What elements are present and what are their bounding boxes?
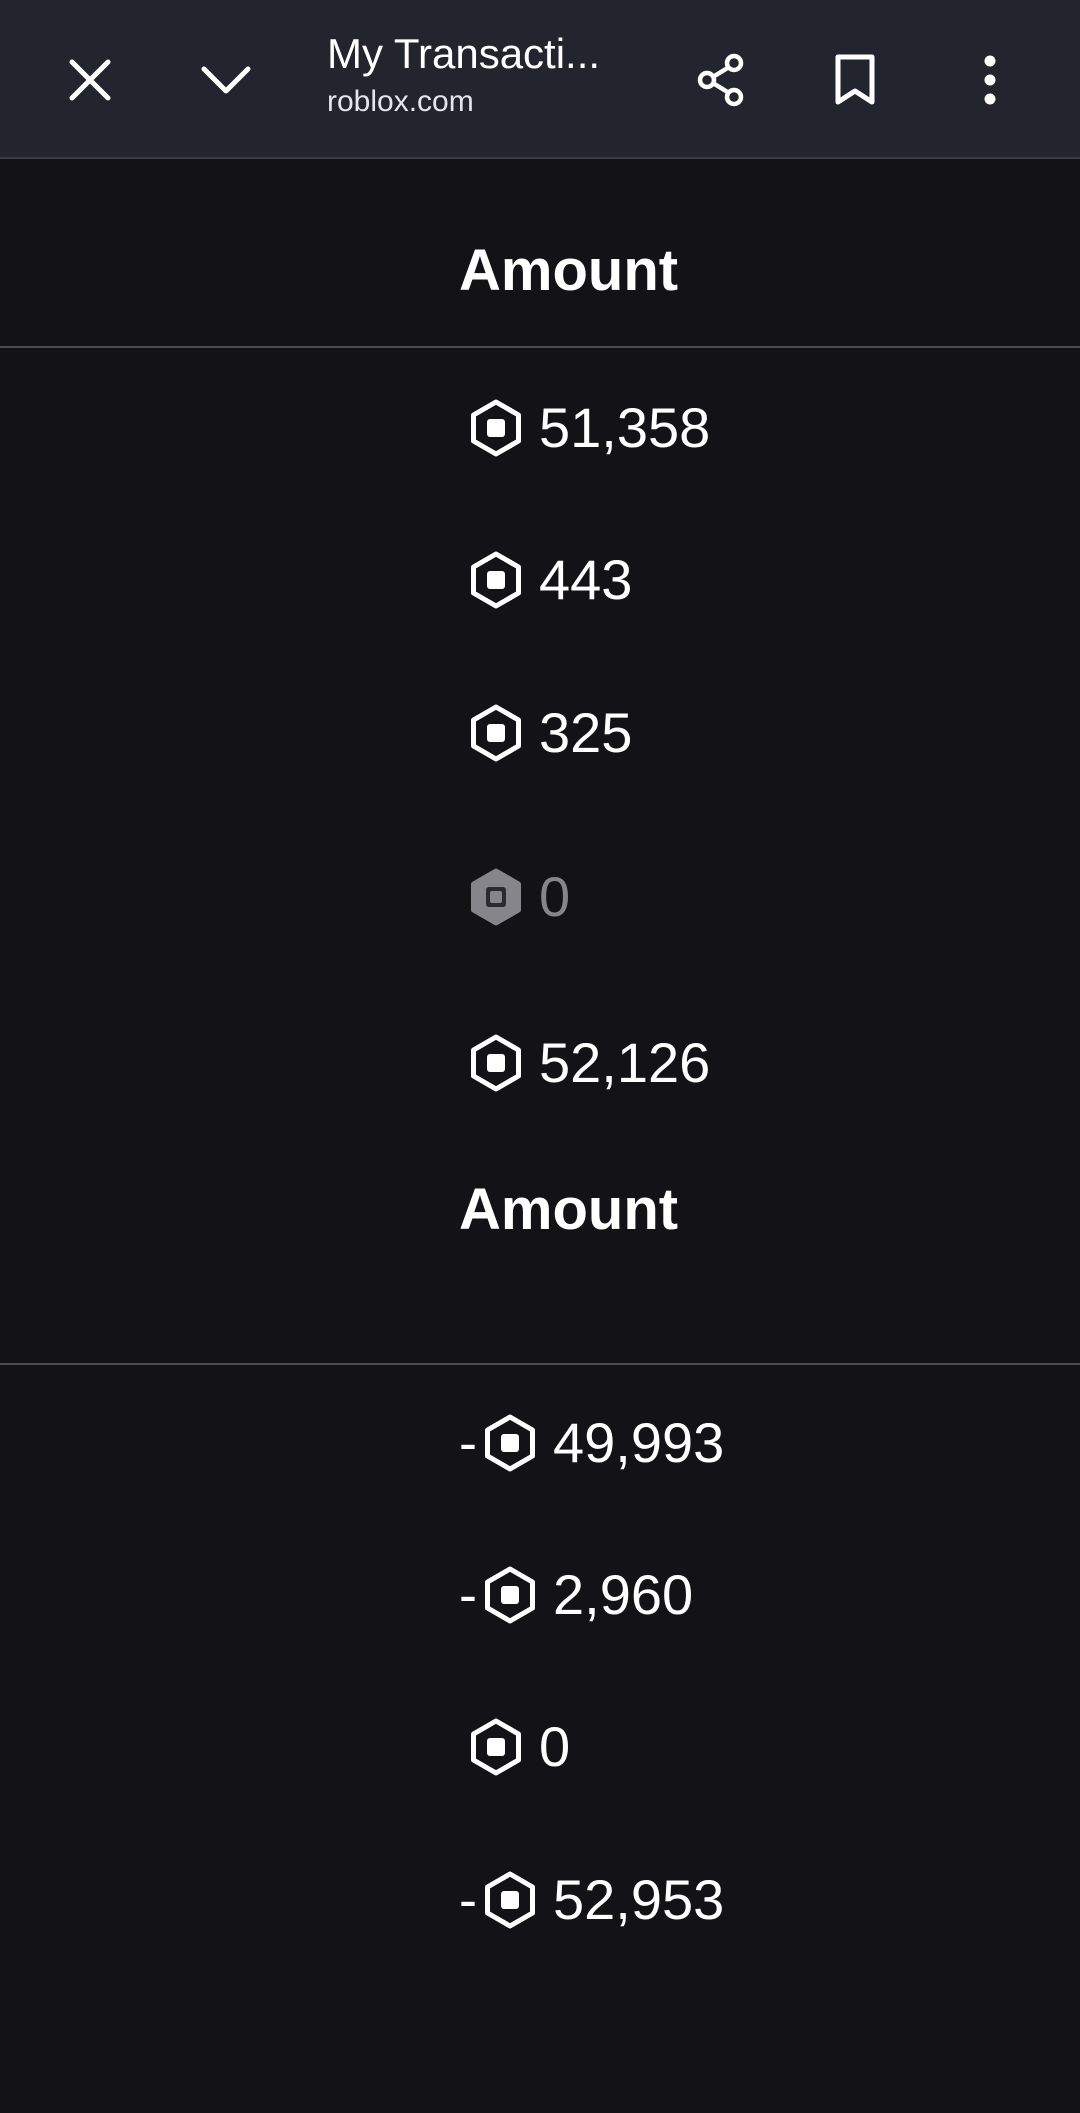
amount-row: 51,358 (459, 393, 710, 463)
amount-value: 49,993 (553, 1411, 725, 1474)
bookmark-icon (835, 54, 875, 105)
page-info[interactable]: My Transacti... roblox.com (327, 28, 627, 120)
robux-icon (467, 868, 525, 926)
share-icon (697, 53, 744, 107)
header-divider (0, 1363, 1080, 1365)
robux-icon (481, 1566, 539, 1624)
robux-icon (481, 1414, 539, 1472)
robux-icon (467, 704, 525, 762)
negative-sign: - (459, 1413, 477, 1473)
header-divider (0, 346, 1080, 348)
amount-row: - 2,960 (459, 1560, 693, 1630)
collapse-button[interactable] (186, 40, 266, 120)
robux-icon (467, 551, 525, 609)
amount-row-pending: 0 (459, 862, 570, 932)
negative-sign: - (459, 1870, 477, 1930)
amount-value: 0 (539, 865, 571, 928)
page-domain: roblox.com (327, 85, 474, 118)
more-options-button[interactable] (950, 40, 1030, 120)
more-vertical-icon (984, 55, 996, 105)
amount-value: 325 (539, 701, 633, 764)
negative-sign: - (459, 1565, 477, 1625)
page-title: My Transacti... (327, 30, 601, 77)
bookmark-button[interactable] (815, 40, 895, 120)
robux-icon (481, 1871, 539, 1929)
robux-icon (467, 1034, 525, 1092)
robux-icon (467, 1718, 525, 1776)
amount-total: 52,126 (539, 1031, 711, 1094)
amount-total: 52,953 (553, 1868, 725, 1931)
amount-row: 443 (459, 545, 632, 615)
amount-total-row: - 52,953 (459, 1865, 724, 1935)
amount-value: 51,358 (539, 396, 711, 459)
amount-row: 325 (459, 698, 632, 768)
amount-value: 443 (539, 548, 633, 611)
amount-value: 2,960 (553, 1563, 694, 1626)
share-button[interactable] (681, 40, 761, 120)
browser-toolbar: My Transacti... roblox.com (0, 0, 1080, 159)
amount-row: 0 (459, 1712, 570, 1782)
amount-total-row: 52,126 (459, 1028, 710, 1098)
amount-value: 0 (539, 1715, 571, 1778)
amount-column-header: Amount (459, 238, 679, 303)
amount-row: - 49,993 (459, 1408, 724, 1478)
amount-column-header: Amount (459, 1177, 679, 1242)
close-button[interactable] (50, 40, 130, 120)
robux-icon (467, 399, 525, 457)
chevron-down-icon (201, 66, 251, 94)
close-icon (69, 59, 111, 101)
